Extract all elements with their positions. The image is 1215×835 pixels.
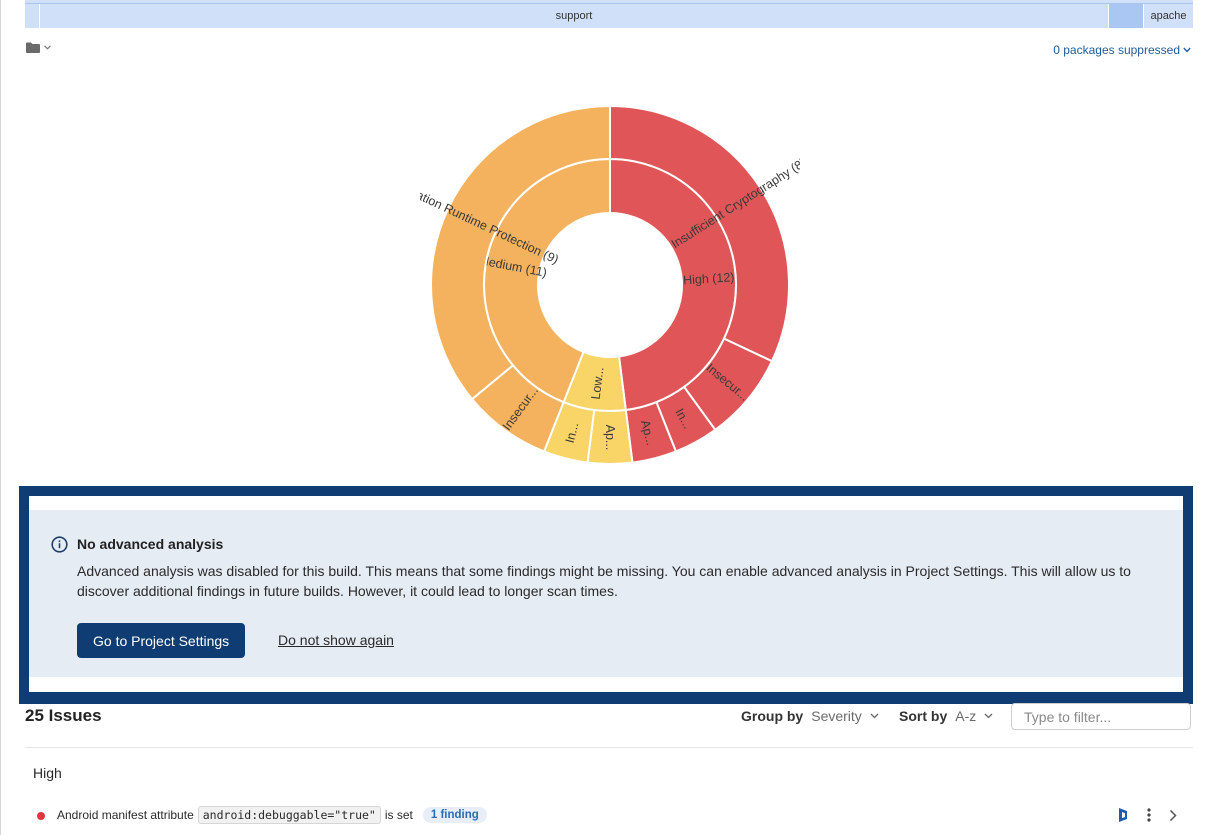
package-treemap: support apache: [25, 0, 1193, 28]
packages-suppressed-label: 0 packages suppressed: [1053, 43, 1180, 57]
issue-row[interactable]: Android manifest attribute android:debug…: [25, 803, 1193, 829]
chevron-down-icon: [870, 713, 879, 719]
notice-text: Advanced analysis was disabled for this …: [77, 563, 1131, 599]
notice-title: No advanced analysis: [77, 536, 224, 552]
packages-suppressed-link[interactable]: 0 packages suppressed: [1053, 43, 1191, 57]
notice-focus-outline: No advanced analysis Advanced analysis w…: [19, 486, 1193, 704]
no-advanced-analysis-notice: No advanced analysis Advanced analysis w…: [29, 510, 1183, 677]
chevron-down-icon: [984, 713, 993, 719]
sort-by-value: A-z: [955, 708, 977, 724]
severity-group-heading: High: [33, 765, 62, 781]
notice-container: No advanced analysis Advanced analysis w…: [29, 496, 1183, 692]
sort-by-label: Sort by: [899, 708, 948, 724]
info-icon: [51, 536, 68, 553]
issue-prefix: Android manifest attribute: [57, 808, 194, 822]
go-to-project-settings-button[interactable]: Go to Project Settings: [77, 623, 246, 658]
issues-divider: [25, 747, 1193, 748]
issue-suffix: is set: [384, 808, 413, 822]
group-by-select[interactable]: Group by Severity: [741, 708, 879, 724]
treemap-cell-apache[interactable]: apache: [1144, 4, 1193, 28]
chevron-down-icon: [44, 45, 51, 50]
chevron-down-icon: [1183, 47, 1191, 53]
group-by-label: Group by: [741, 708, 804, 724]
group-by-value: Severity: [811, 708, 862, 724]
do-not-show-again-link[interactable]: Do not show again: [278, 632, 394, 648]
app-logo-icon[interactable]: [1117, 807, 1129, 823]
folder-view-toggle[interactable]: [26, 42, 51, 53]
findings-sunburst-chart[interactable]: High (12)Low...Medium (11)Insufficient C…: [420, 95, 800, 475]
issue-title: Android manifest attribute android:debug…: [57, 806, 487, 824]
issue-row-actions: [1117, 807, 1177, 823]
issue-code: android:debuggable="true": [197, 806, 381, 824]
chevron-right-icon[interactable]: [1169, 809, 1177, 822]
treemap-cell-support[interactable]: support: [40, 4, 1108, 28]
findings-count-badge[interactable]: 1 finding: [422, 807, 487, 823]
more-options-icon[interactable]: [1147, 808, 1151, 822]
folder-icon: [26, 42, 40, 53]
treemap-cell-small[interactable]: [25, 4, 39, 28]
issues-count-title: 25 Issues: [25, 706, 102, 725]
sunburst-label: Ap...: [603, 425, 617, 451]
left-border: [0, 0, 1, 835]
sort-by-select[interactable]: Sort by A-z: [899, 708, 993, 724]
severity-dot: [37, 812, 45, 820]
issues-filter-input[interactable]: [1011, 703, 1191, 730]
treemap-cell-unlabeled[interactable]: [1109, 4, 1143, 28]
